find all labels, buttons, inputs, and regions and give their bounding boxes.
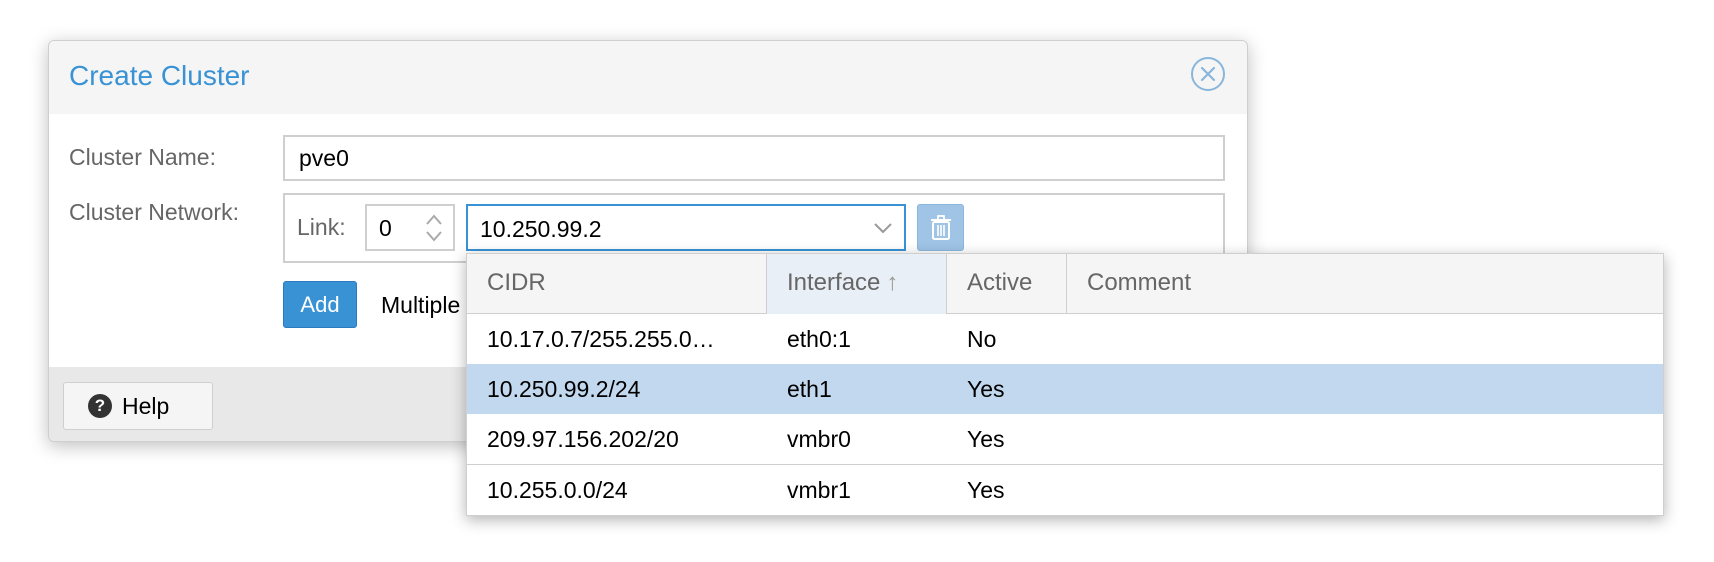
network-address-combo[interactable]: 10.250.99.2 [466,204,906,251]
up-down-arrows-icon[interactable] [423,210,445,246]
help-button[interactable]: ? Help [63,382,213,430]
column-header-label: Interface [787,269,881,296]
table-row[interactable]: 10.255.0.0/24 vmbr1 Yes [467,464,1663,514]
interface-cell: vmbr0 [787,426,851,452]
dialog-title: Create Cluster [69,60,250,91]
cidr-cell: 209.97.156.202/20 [487,426,679,452]
interface-cell: eth1 [787,376,832,402]
chevron-down-icon[interactable] [872,218,894,238]
table-row-selected[interactable]: 10.250.99.2/24 eth1 Yes [467,364,1663,414]
interface-cell: eth0:1 [787,326,851,352]
delete-link-button[interactable] [917,204,964,251]
active-cell: Yes [967,477,1005,503]
column-header-active[interactable]: Active [947,254,1067,314]
network-address-value: 10.250.99.2 [480,216,602,242]
network-dropdown-grid: CIDR Interface ↑ Active Comment 10.17.0.7… [466,253,1664,516]
dialog-header: Create Cluster [49,41,1247,114]
active-cell: Yes [967,376,1005,402]
column-header-label: Active [967,269,1033,296]
multiple-links-text: Multiple [381,292,461,318]
cidr-cell: 10.255.0.0/24 [487,477,628,503]
cluster-name-input[interactable]: pve0 [283,135,1225,181]
column-header-label: Comment [1087,269,1192,296]
cluster-name-label: Cluster Name: [69,144,216,170]
column-header-cidr[interactable]: CIDR [467,254,767,314]
link-number-value: 0 [379,215,392,241]
table-row[interactable]: 10.17.0.7/255.255.0… eth0:1 No [467,314,1663,364]
sort-ascending-icon: ↑ [886,269,899,296]
grid-header: CIDR Interface ↑ Active Comment [467,254,1663,314]
column-header-label: CIDR [487,269,546,296]
link-label: Link: [297,214,346,240]
help-button-label: Help [122,392,170,419]
cidr-cell: 10.17.0.7/255.255.0… [487,326,715,352]
cluster-network-label: Cluster Network: [69,199,239,225]
close-button[interactable] [1191,57,1225,91]
active-cell: Yes [967,426,1005,452]
trash-icon [930,214,951,240]
active-cell: No [967,326,997,352]
close-circle-icon [1200,66,1216,82]
add-link-button[interactable]: Add [283,281,357,328]
interface-cell: vmbr1 [787,477,851,503]
cidr-cell: 10.250.99.2/24 [487,376,641,402]
column-header-interface[interactable]: Interface ↑ [767,254,947,314]
table-row[interactable]: 209.97.156.202/20 vmbr0 Yes [467,414,1663,464]
question-circle-icon: ? [88,394,112,418]
column-header-comment[interactable]: Comment [1067,254,1663,314]
link-number-stepper[interactable]: 0 [365,204,455,251]
